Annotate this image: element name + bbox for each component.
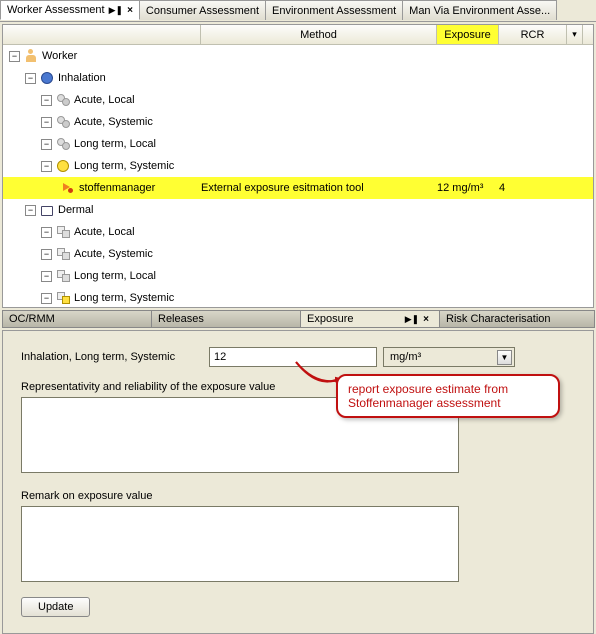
tree-row-dermal[interactable]: Dermal xyxy=(3,199,593,221)
row-label: Long term, Systemic xyxy=(74,160,174,172)
update-button[interactable]: Update xyxy=(21,597,90,617)
path-label: Inhalation, Long term, Systemic xyxy=(21,351,203,363)
row-label: Acute, Local xyxy=(74,226,135,238)
expand-toggle[interactable] xyxy=(41,271,52,282)
tree-header: Method Exposure RCR ▾ xyxy=(3,25,593,45)
cell-exposure: 12 mg/m³ xyxy=(437,182,499,194)
hand-icon xyxy=(40,203,54,217)
expand-toggle[interactable] xyxy=(41,293,52,304)
squares-yellow-icon xyxy=(56,291,70,305)
unit-value: mg/m³ xyxy=(390,351,421,363)
chevron-down-icon: ▼ xyxy=(497,350,512,365)
tree-row-long-local[interactable]: Long term, Local xyxy=(3,133,593,155)
subtab-releases[interactable]: Releases xyxy=(151,310,301,328)
annotation-callout: report exposure estimate from Stoffenman… xyxy=(336,374,560,418)
row-label: Acute, Systemic xyxy=(74,116,153,128)
pin-icon[interactable]: ▶❚ xyxy=(405,314,419,325)
expand-toggle[interactable] xyxy=(9,51,20,62)
row-label: Acute, Systemic xyxy=(74,248,153,260)
tab-environment-assessment[interactable]: Environment Assessment xyxy=(265,0,403,20)
row-label: Worker xyxy=(42,50,77,62)
expand-toggle[interactable] xyxy=(41,139,52,150)
row-label: stoffenmanager xyxy=(79,182,155,194)
tab-label: Environment Assessment xyxy=(272,5,396,17)
subtab-label: Releases xyxy=(158,313,204,325)
cell-rcr: 4 xyxy=(499,182,567,194)
row-label: Dermal xyxy=(58,204,93,216)
expand-toggle[interactable] xyxy=(41,161,52,172)
tree-row-worker[interactable]: Worker xyxy=(3,45,593,67)
tree-row-acute-systemic[interactable]: Acute, Systemic xyxy=(3,111,593,133)
subtab-exposure[interactable]: Exposure ▶❚ × xyxy=(300,310,440,328)
expand-toggle[interactable] xyxy=(25,205,36,216)
tree-row-inhalation[interactable]: Inhalation xyxy=(3,67,593,89)
circles-gray-icon xyxy=(56,93,70,107)
col-menu-icon[interactable]: ▾ xyxy=(567,25,583,44)
expand-toggle[interactable] xyxy=(41,95,52,106)
close-icon[interactable]: × xyxy=(423,314,429,325)
subtab-ocrmm[interactable]: OC/RMM xyxy=(2,310,152,328)
tab-man-via-environment[interactable]: Man Via Environment Asse... xyxy=(402,0,557,20)
tab-worker-assessment[interactable]: Worker Assessment ▶❚ × xyxy=(0,0,140,20)
unit-select[interactable]: mg/m³ ▼ xyxy=(383,347,515,367)
squares-icon xyxy=(56,269,70,283)
tree-row-stoffenmanager[interactable]: stoffenmanager External exposure esitmat… xyxy=(3,177,593,199)
close-icon[interactable]: × xyxy=(127,5,133,16)
remark-label: Remark on exposure value xyxy=(21,490,581,502)
callout-text: report exposure estimate from Stoffenman… xyxy=(348,382,508,410)
expand-toggle[interactable] xyxy=(41,249,52,260)
subtab-risk[interactable]: Risk Characterisation xyxy=(439,310,595,328)
expand-toggle[interactable] xyxy=(41,227,52,238)
col-exposure[interactable]: Exposure xyxy=(437,25,499,44)
tree-row-d-long-local[interactable]: Long term, Local xyxy=(3,265,593,287)
tool-icon xyxy=(61,181,75,195)
expand-toggle[interactable] xyxy=(25,73,36,84)
col-rcr[interactable]: RCR xyxy=(499,25,567,44)
squares-icon xyxy=(56,247,70,261)
assessment-tree: Method Exposure RCR ▾ Worker Inhalation … xyxy=(2,24,594,308)
squares-icon xyxy=(56,225,70,239)
assessment-tabs: Worker Assessment ▶❚ × Consumer Assessme… xyxy=(0,0,596,22)
subtab-label: Risk Characterisation xyxy=(446,313,551,325)
circles-gray-icon xyxy=(56,137,70,151)
person-icon xyxy=(24,49,38,63)
tab-consumer-assessment[interactable]: Consumer Assessment xyxy=(139,0,266,20)
remark-textarea[interactable] xyxy=(21,506,459,582)
tree-row-acute-local[interactable]: Acute, Local xyxy=(3,89,593,111)
row-label: Long term, Systemic xyxy=(74,292,174,304)
row-label: Inhalation xyxy=(58,72,106,84)
tab-label: Man Via Environment Asse... xyxy=(409,5,550,17)
tree-row-long-systemic[interactable]: Long term, Systemic xyxy=(3,155,593,177)
cell-method: External exposure esitmation tool xyxy=(201,182,437,194)
col-tree[interactable] xyxy=(3,25,201,44)
row-label: Long term, Local xyxy=(74,138,156,150)
pin-icon[interactable]: ▶❚ xyxy=(109,5,123,16)
exposure-value-input[interactable] xyxy=(209,347,377,367)
tab-label: Consumer Assessment xyxy=(146,5,259,17)
subtab-label: OC/RMM xyxy=(9,313,55,325)
subtab-label: Exposure xyxy=(307,313,353,325)
tree-row-d-long-systemic[interactable]: Long term, Systemic xyxy=(3,287,593,307)
row-label: Acute, Local xyxy=(74,94,135,106)
row-label: Long term, Local xyxy=(74,270,156,282)
tree-row-d-acute-local[interactable]: Acute, Local xyxy=(3,221,593,243)
col-method[interactable]: Method xyxy=(201,25,437,44)
detail-tabs: OC/RMM Releases Exposure ▶❚ × Risk Chara… xyxy=(2,310,594,328)
expand-toggle[interactable] xyxy=(41,117,52,128)
tree-row-d-acute-systemic[interactable]: Acute, Systemic xyxy=(3,243,593,265)
circle-blue-icon xyxy=(40,71,54,85)
circles-gray-icon xyxy=(56,115,70,129)
tab-label: Worker Assessment xyxy=(7,4,105,16)
circle-yellow-icon xyxy=(56,159,70,173)
